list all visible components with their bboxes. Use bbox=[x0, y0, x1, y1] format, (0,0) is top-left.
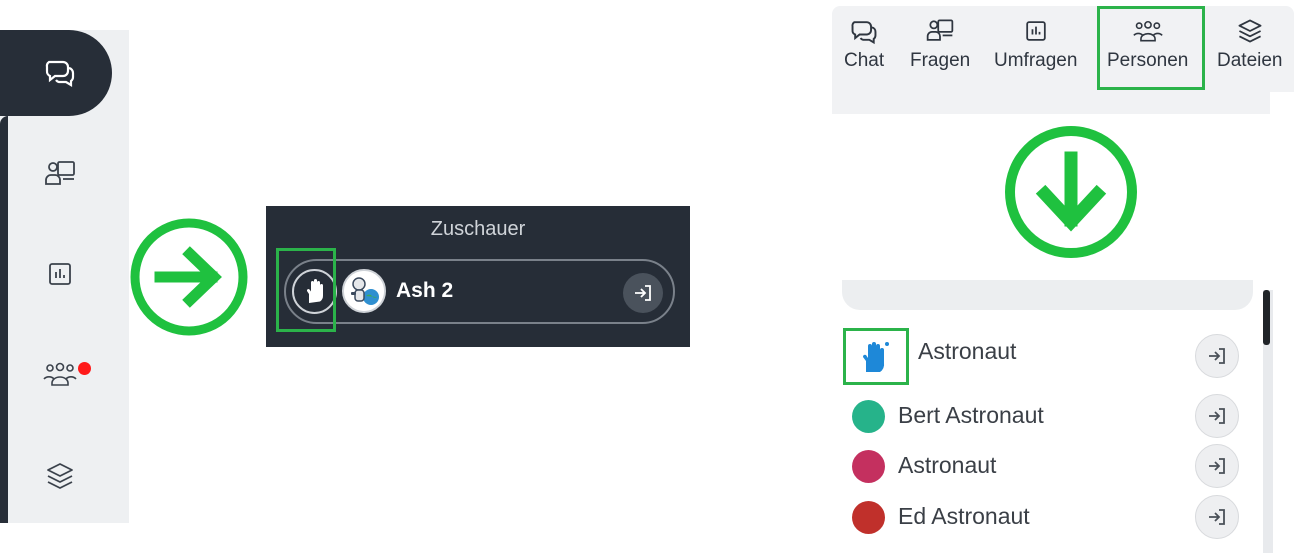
person-name: Ed Astronaut bbox=[898, 503, 1030, 529]
list-item[interactable]: Ed Astronaut bbox=[830, 493, 1260, 539]
files-icon bbox=[47, 463, 73, 489]
people-tab-highlight-box bbox=[1097, 6, 1205, 90]
nav-polls-button[interactable] bbox=[42, 256, 78, 292]
tab-questions-label: Fragen bbox=[910, 50, 971, 71]
tab-polls-label: Umfragen bbox=[994, 50, 1078, 71]
avatar bbox=[852, 400, 885, 433]
nav-questions-button[interactable] bbox=[42, 156, 78, 192]
notification-dot bbox=[78, 362, 91, 375]
viewer-user-name: Ash 2 bbox=[396, 279, 454, 302]
astronaut-avatar-icon bbox=[344, 271, 384, 311]
login-icon bbox=[635, 285, 651, 301]
arrow-right-icon bbox=[130, 218, 248, 336]
questions-icon bbox=[45, 161, 75, 185]
tab-questions[interactable]: Fragen bbox=[910, 16, 970, 72]
avatar bbox=[852, 501, 885, 534]
tab-chat[interactable]: Chat bbox=[844, 16, 884, 72]
login-icon bbox=[1209, 348, 1225, 364]
chat-icon bbox=[45, 60, 75, 87]
search-bar-bottom bbox=[842, 280, 1253, 310]
side-navigation bbox=[0, 30, 129, 523]
viewer-panel-title: Zuschauer bbox=[430, 218, 526, 240]
list-item[interactable]: Bert Astronaut bbox=[830, 392, 1260, 438]
chat-icon bbox=[851, 21, 877, 45]
login-icon bbox=[1209, 509, 1225, 525]
panel-header-strip bbox=[832, 92, 1270, 114]
promote-user-button[interactable] bbox=[623, 273, 663, 313]
viewer-user-row[interactable]: Ash 2 bbox=[284, 259, 675, 324]
promote-user-button[interactable] bbox=[1195, 394, 1239, 438]
person-name: Astronaut bbox=[898, 452, 997, 478]
files-icon bbox=[1238, 19, 1262, 43]
questions-icon bbox=[926, 19, 954, 41]
polls-icon bbox=[49, 263, 71, 285]
login-icon bbox=[1209, 408, 1225, 424]
sidebar-edge bbox=[0, 116, 8, 523]
scrollbar-thumb[interactable] bbox=[1263, 290, 1270, 345]
people-icon bbox=[43, 362, 77, 386]
list-item[interactable]: Astronaut bbox=[830, 442, 1260, 488]
tab-files-label: Dateien bbox=[1217, 50, 1283, 71]
raised-hand-highlight-box bbox=[843, 328, 909, 385]
person-name: Astronaut bbox=[918, 338, 1017, 364]
hand-highlight-box bbox=[276, 248, 336, 332]
promote-user-button[interactable] bbox=[1195, 444, 1239, 488]
nav-files-button[interactable] bbox=[42, 458, 78, 494]
tab-chat-label: Chat bbox=[844, 50, 885, 71]
tab-bar: Chat Fragen Umfragen Personen Dateien bbox=[832, 6, 1294, 92]
tab-files[interactable]: Dateien bbox=[1217, 16, 1283, 72]
nav-chat-button[interactable] bbox=[42, 54, 78, 90]
arrow-down-icon bbox=[1005, 126, 1137, 258]
polls-icon bbox=[1025, 21, 1046, 41]
avatar bbox=[852, 450, 885, 483]
promote-user-button[interactable] bbox=[1195, 334, 1239, 378]
login-icon bbox=[1209, 458, 1225, 474]
tab-polls[interactable]: Umfragen bbox=[994, 16, 1077, 72]
avatar bbox=[342, 269, 386, 313]
nav-people-button[interactable] bbox=[42, 356, 78, 392]
person-name: Bert Astronaut bbox=[898, 402, 1044, 428]
promote-user-button[interactable] bbox=[1195, 495, 1239, 539]
